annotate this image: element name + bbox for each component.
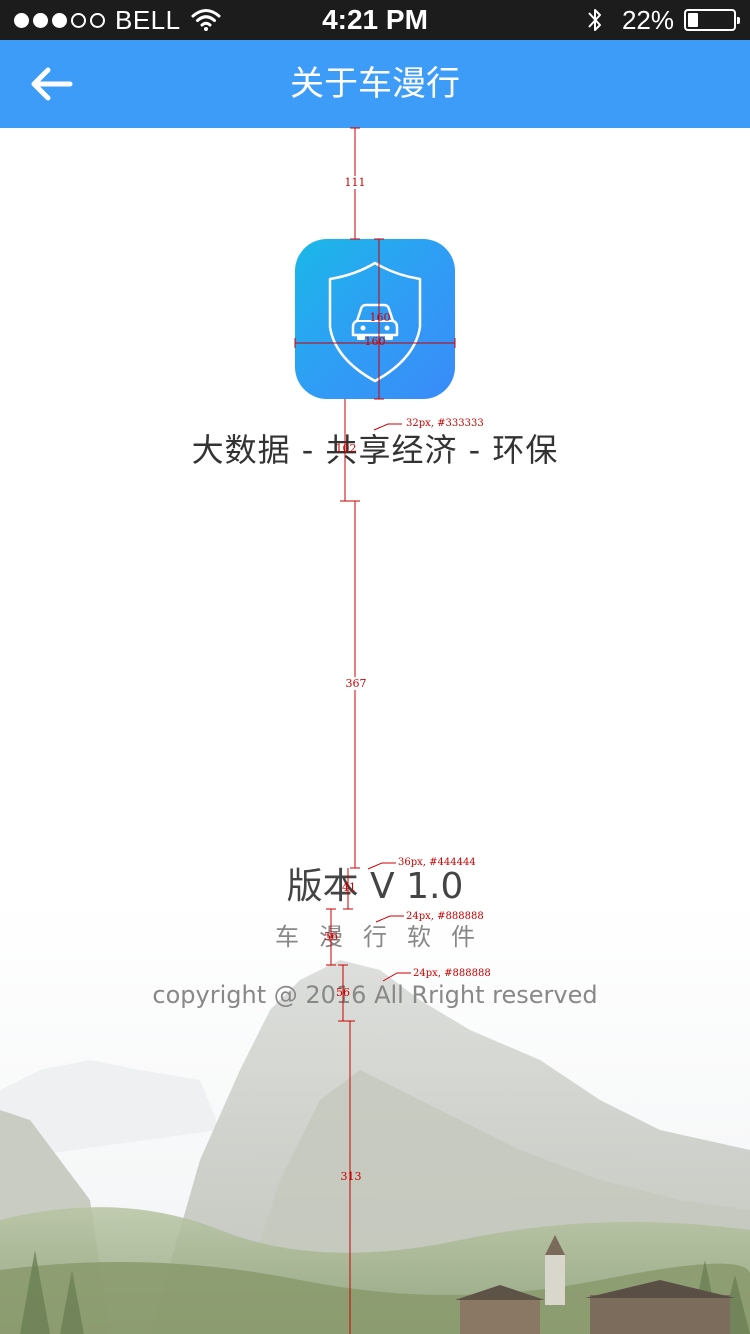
mountain-background-image [0,900,750,1334]
app-logo [295,239,455,399]
battery-level-fill [688,13,698,27]
app-tagline: 大数据 - 共享经济 - 环保 [191,431,559,469]
mountain-landscape [0,900,750,1334]
bluetooth-icon [588,9,601,31]
annotation-gap-tagline-version: 367 [346,677,367,690]
status-bar: BELL 4:21 PM 22% [0,0,750,40]
battery-percent: 22% [621,4,674,35]
app-name: 车漫行软件 [275,923,495,951]
shield-car-icon [328,261,422,383]
navigation-bar: 关于车漫行 [0,40,750,128]
copyright-text: copyright @ 2016 All Rright reserved [152,981,598,1009]
annotation-gap-top: 111 [345,176,366,189]
status-right: 22% [586,4,740,35]
battery-icon [684,9,740,31]
page-title: 关于车漫行 [290,64,460,104]
app-version: 版本 V 1.0 [286,866,464,907]
